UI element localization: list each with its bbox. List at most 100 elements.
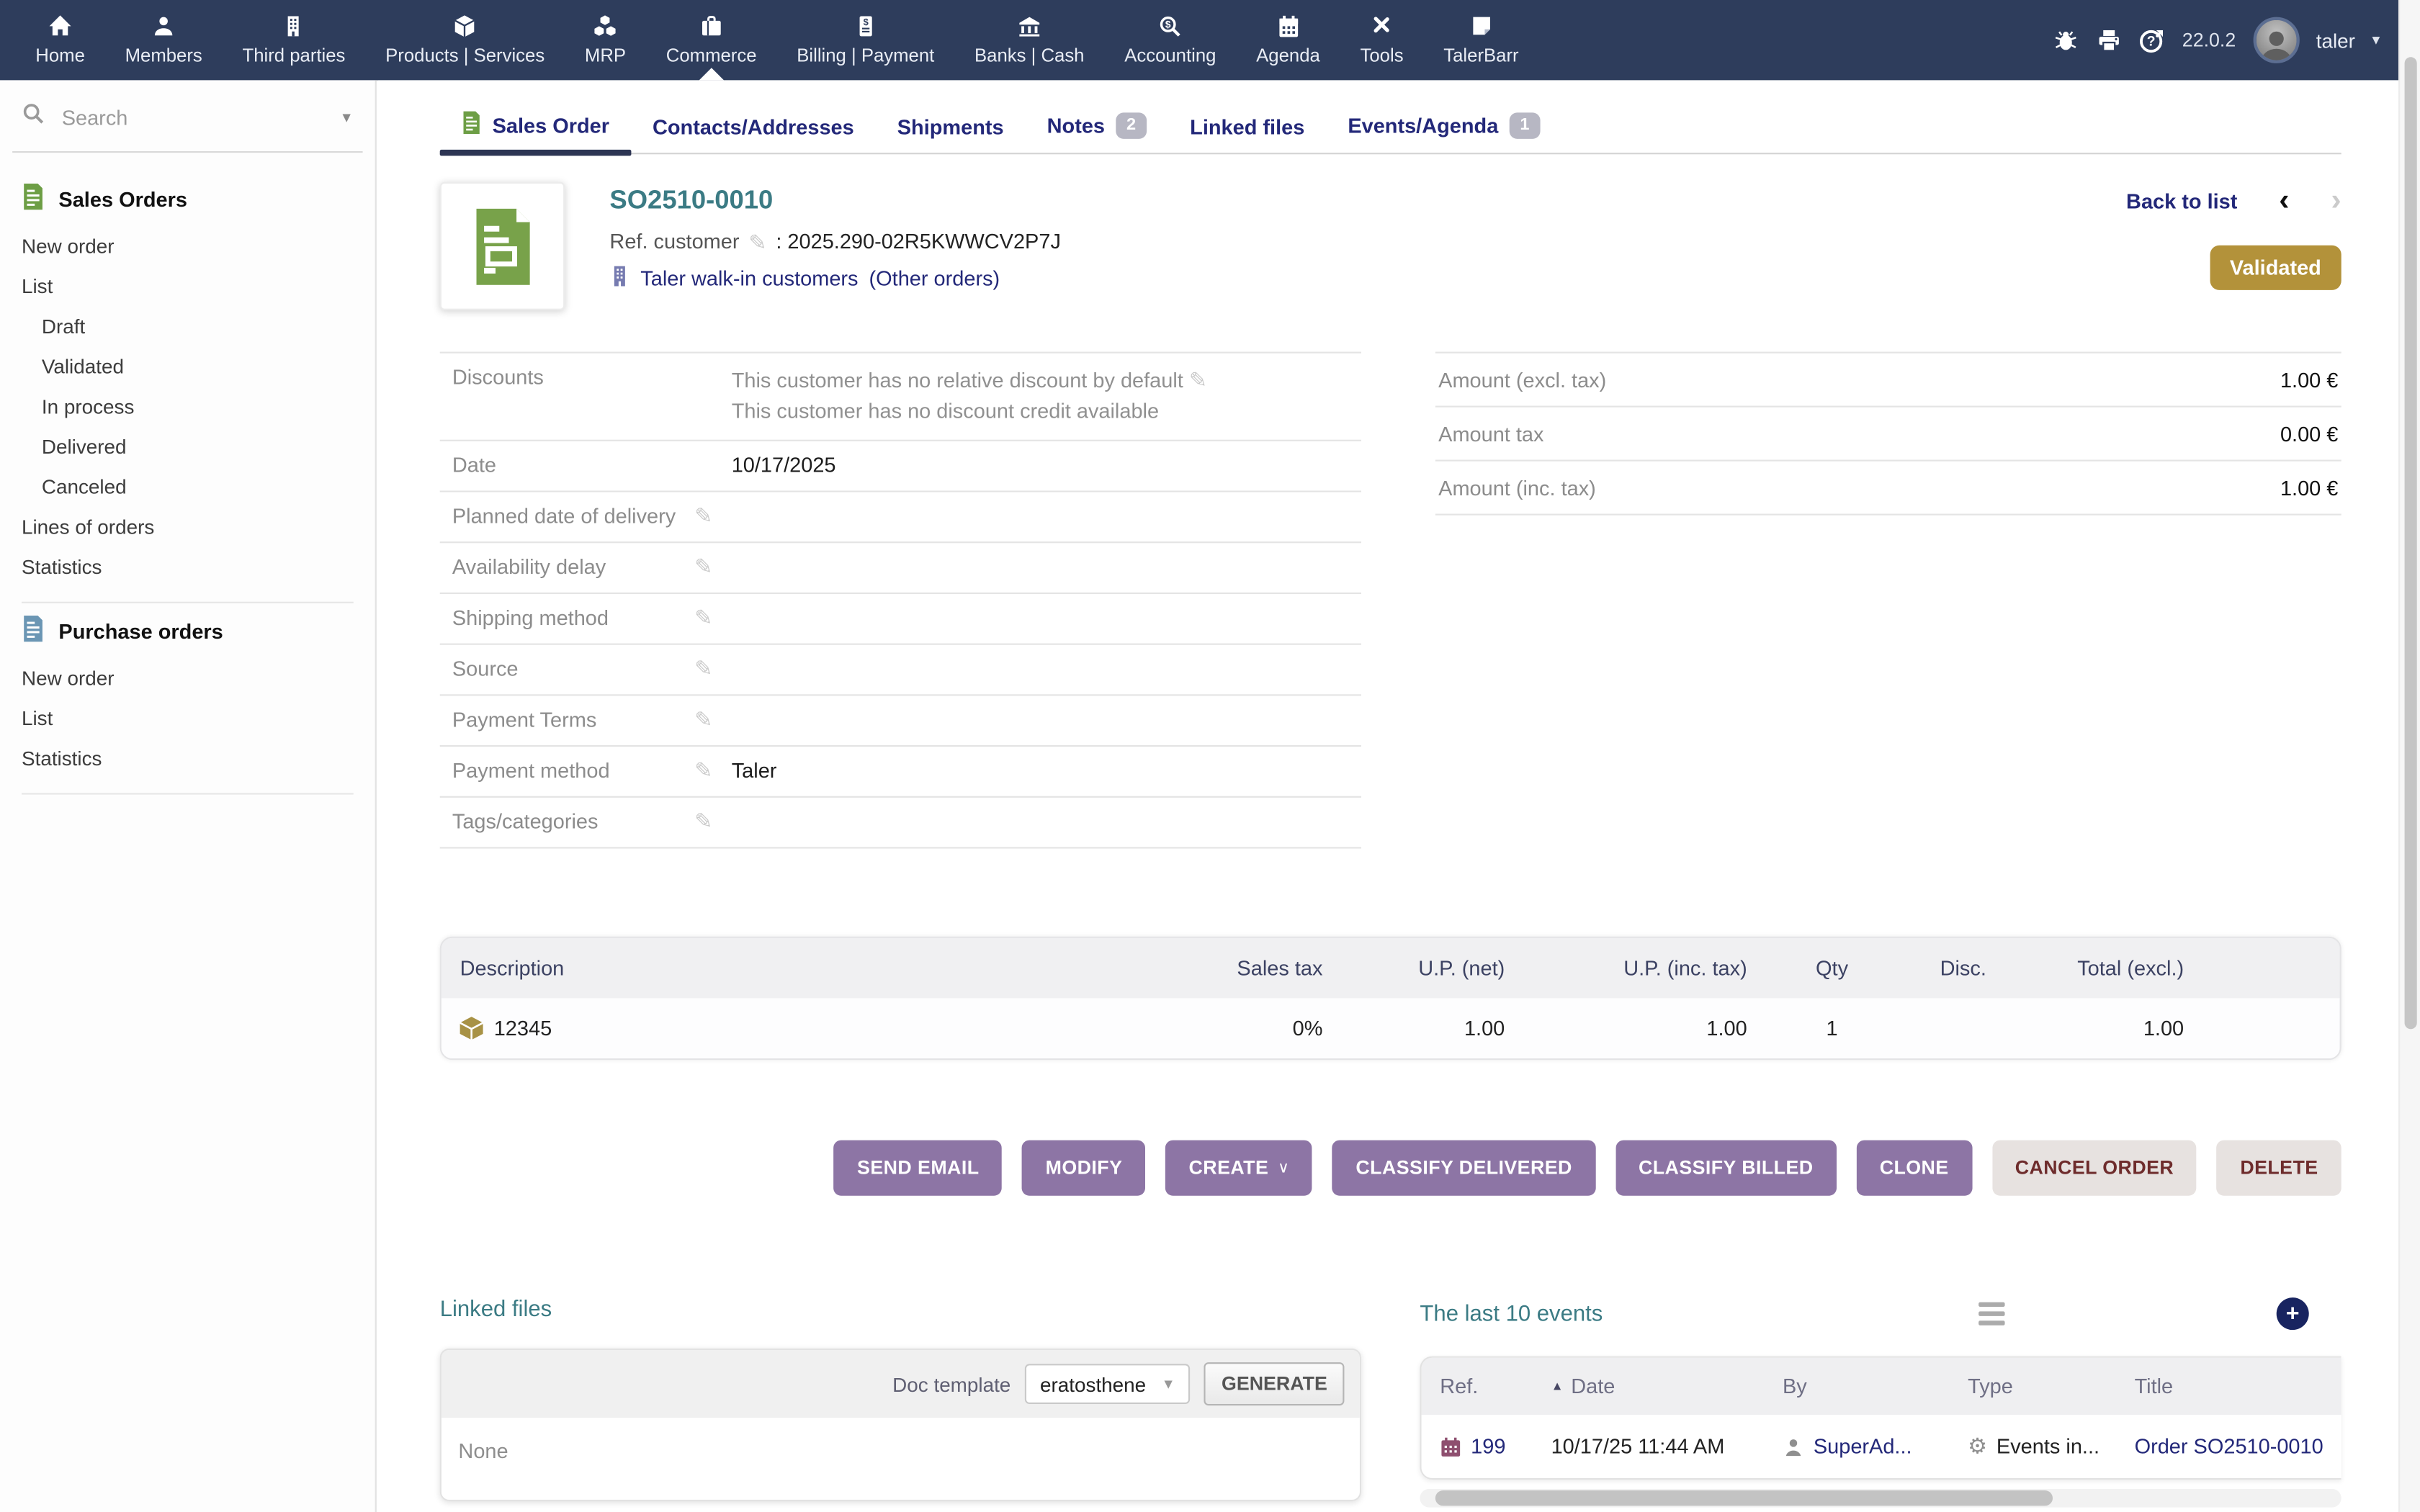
- tab-contacts-addresses[interactable]: Contacts/Addresses: [631, 116, 876, 153]
- nav-item-home[interactable]: Home: [15, 0, 104, 80]
- event-ref-link[interactable]: 199: [1471, 1435, 1505, 1458]
- cancel-order-button[interactable]: CANCEL ORDER: [1992, 1140, 2197, 1196]
- vscrollbar-thumb[interactable]: [2405, 57, 2417, 1029]
- doc-template-select[interactable]: eratosthene ▼: [1025, 1364, 1191, 1405]
- nav-item-third-parties[interactable]: Third parties: [223, 0, 366, 80]
- tab-label: Shipments: [897, 116, 1004, 139]
- sidebar-item-po-new-order[interactable]: New order: [22, 657, 375, 698]
- tab-linked-files[interactable]: Linked files: [1168, 116, 1326, 153]
- tab-events-agenda[interactable]: Events/Agenda 1: [1326, 112, 1561, 153]
- edit-pencil-icon[interactable]: ✎: [694, 810, 731, 832]
- add-event-icon[interactable]: +: [2277, 1297, 2309, 1330]
- send-email-button[interactable]: SEND EMAIL: [834, 1140, 1003, 1196]
- tab-sales-order[interactable]: Sales Order: [440, 111, 631, 153]
- sidebar-item-canceled[interactable]: Canceled: [22, 466, 375, 506]
- user-icon: [1783, 1436, 1804, 1457]
- edit-pencil-icon[interactable]: ✎: [1189, 367, 1207, 392]
- svg-text:?: ?: [2147, 33, 2156, 49]
- classify-delivered-button[interactable]: CLASSIFY DELIVERED: [1332, 1140, 1595, 1196]
- col-title[interactable]: Title: [2135, 1375, 2323, 1398]
- avatar[interactable]: [2253, 17, 2299, 63]
- back-to-list-link[interactable]: Back to list: [2126, 189, 2237, 212]
- gear-icon: ⚙: [1968, 1434, 1987, 1459]
- edit-pencil-icon[interactable]: ✎: [694, 657, 731, 679]
- create-dropdown-button[interactable]: CREATE∨: [1165, 1140, 1312, 1196]
- company-link[interactable]: Taler walk-in customers: [640, 267, 858, 290]
- event-ref: 199: [1440, 1435, 1551, 1458]
- search-input[interactable]: [58, 104, 290, 130]
- hscrollbar-thumb[interactable]: [1435, 1490, 2053, 1506]
- edit-pencil-icon[interactable]: ✎: [694, 708, 731, 730]
- sidebar-item-draft[interactable]: Draft: [22, 305, 375, 346]
- classify-billed-button[interactable]: CLASSIFY BILLED: [1615, 1140, 1837, 1196]
- clone-button[interactable]: CLONE: [1857, 1140, 1972, 1196]
- events-panel: The last 10 events + Ref. ▲ Date By Type…: [1420, 1297, 2341, 1512]
- cube-icon: [453, 14, 478, 38]
- col-by[interactable]: By: [1783, 1375, 1968, 1398]
- list-view-icon[interactable]: [1978, 1302, 2004, 1326]
- page-vscrollbar[interactable]: [2398, 0, 2420, 1512]
- previous-record-icon[interactable]: ‹: [2279, 185, 2289, 216]
- col-date[interactable]: ▲ Date: [1551, 1375, 1783, 1398]
- other-orders-link[interactable]: (Other orders): [869, 267, 1000, 290]
- search-caret-icon[interactable]: ▼: [340, 109, 354, 125]
- edit-pencil-icon[interactable]: ✎: [694, 760, 731, 781]
- sidebar-item-po-statistics[interactable]: Statistics: [22, 737, 375, 778]
- edit-pencil-icon[interactable]: ✎: [694, 606, 731, 628]
- nav-item-billing-payment[interactable]: $ Billing | Payment: [776, 0, 954, 80]
- nav-item-talerbarr[interactable]: TalerBarr: [1423, 0, 1538, 80]
- sidebar-item-new-order[interactable]: New order: [22, 225, 375, 266]
- tools-icon: [1369, 14, 1394, 38]
- nav-item-products-services[interactable]: Products | Services: [365, 0, 565, 80]
- chevron-down-icon[interactable]: ▾: [2372, 32, 2380, 49]
- main-content: Sales Order Contacts/Addresses Shipments…: [378, 80, 2398, 1512]
- nav-item-banks-cash[interactable]: Banks | Cash: [954, 0, 1104, 80]
- linked-files-panel: Linked files Doc template eratosthene ▼ …: [440, 1297, 1361, 1501]
- sidebar-item-lines-of-orders[interactable]: Lines of orders: [22, 506, 375, 546]
- sidebar-menu: Sales Orders New order List Draft Valida…: [0, 153, 375, 794]
- edit-pencil-icon[interactable]: ✎: [694, 556, 731, 577]
- sidebar-item-statistics[interactable]: Statistics: [22, 546, 375, 587]
- events-hscrollbar[interactable]: [1420, 1489, 2341, 1508]
- sidebar-item-in-process[interactable]: In process: [22, 386, 375, 426]
- nav-item-mrp[interactable]: MRP: [565, 0, 646, 80]
- username-label[interactable]: taler: [2316, 29, 2355, 52]
- bug-report-icon[interactable]: [2053, 27, 2079, 53]
- modify-button[interactable]: MODIFY: [1023, 1140, 1146, 1196]
- amount-row-excl-tax: Amount (excl. tax) 1.00 €: [1435, 354, 2341, 408]
- edit-pencil-icon[interactable]: ✎: [694, 505, 731, 526]
- nav-item-commerce[interactable]: Commerce: [646, 0, 776, 80]
- generate-button[interactable]: GENERATE: [1204, 1362, 1344, 1405]
- print-icon[interactable]: [2096, 27, 2122, 53]
- event-title-link[interactable]: Order SO2510-0010 validate: [2135, 1435, 2323, 1458]
- delete-button[interactable]: DELETE: [2217, 1140, 2341, 1196]
- help-icon[interactable]: ?: [2139, 27, 2165, 53]
- event-user-link[interactable]: SuperAd...: [1814, 1435, 1912, 1458]
- sidebar-item-delivered[interactable]: Delivered: [22, 426, 375, 466]
- field-label: Payment Terms: [452, 708, 694, 732]
- amount-value: 0.00 €: [2280, 422, 2338, 445]
- nav-item-tools[interactable]: Tools: [1340, 0, 1424, 80]
- field-row-date: Date 10/17/2025: [440, 441, 1361, 492]
- status-badge: Validated: [2210, 246, 2341, 290]
- col-ref[interactable]: Ref.: [1440, 1375, 1551, 1398]
- tab-shipments[interactable]: Shipments: [876, 116, 1026, 153]
- nav-item-members[interactable]: Members: [105, 0, 223, 80]
- nav-item-accounting[interactable]: $ Accounting: [1104, 0, 1236, 80]
- section-title: Purchase orders: [58, 619, 223, 642]
- sidebar-divider: [22, 602, 354, 603]
- sales-orders-section-header: Sales Orders: [22, 184, 375, 215]
- sidebar-item-po-list[interactable]: List: [22, 698, 375, 738]
- nav-item-agenda[interactable]: Agenda: [1236, 0, 1340, 80]
- spacer: [2184, 957, 2321, 980]
- sidebar-item-list[interactable]: List: [22, 266, 375, 306]
- line-total-excl: 1.00: [2009, 1017, 2184, 1040]
- product-link[interactable]: 12345: [494, 1017, 552, 1040]
- tab-notes[interactable]: Notes 2: [1026, 112, 1169, 153]
- col-type[interactable]: Type: [1968, 1375, 2134, 1398]
- edit-pencil-icon[interactable]: ✎: [748, 230, 766, 252]
- col-qty: Qty: [1747, 957, 1917, 980]
- events-count-badge: 1: [1509, 112, 1540, 139]
- calendar-icon: [1276, 14, 1300, 38]
- sidebar-item-validated[interactable]: Validated: [22, 346, 375, 386]
